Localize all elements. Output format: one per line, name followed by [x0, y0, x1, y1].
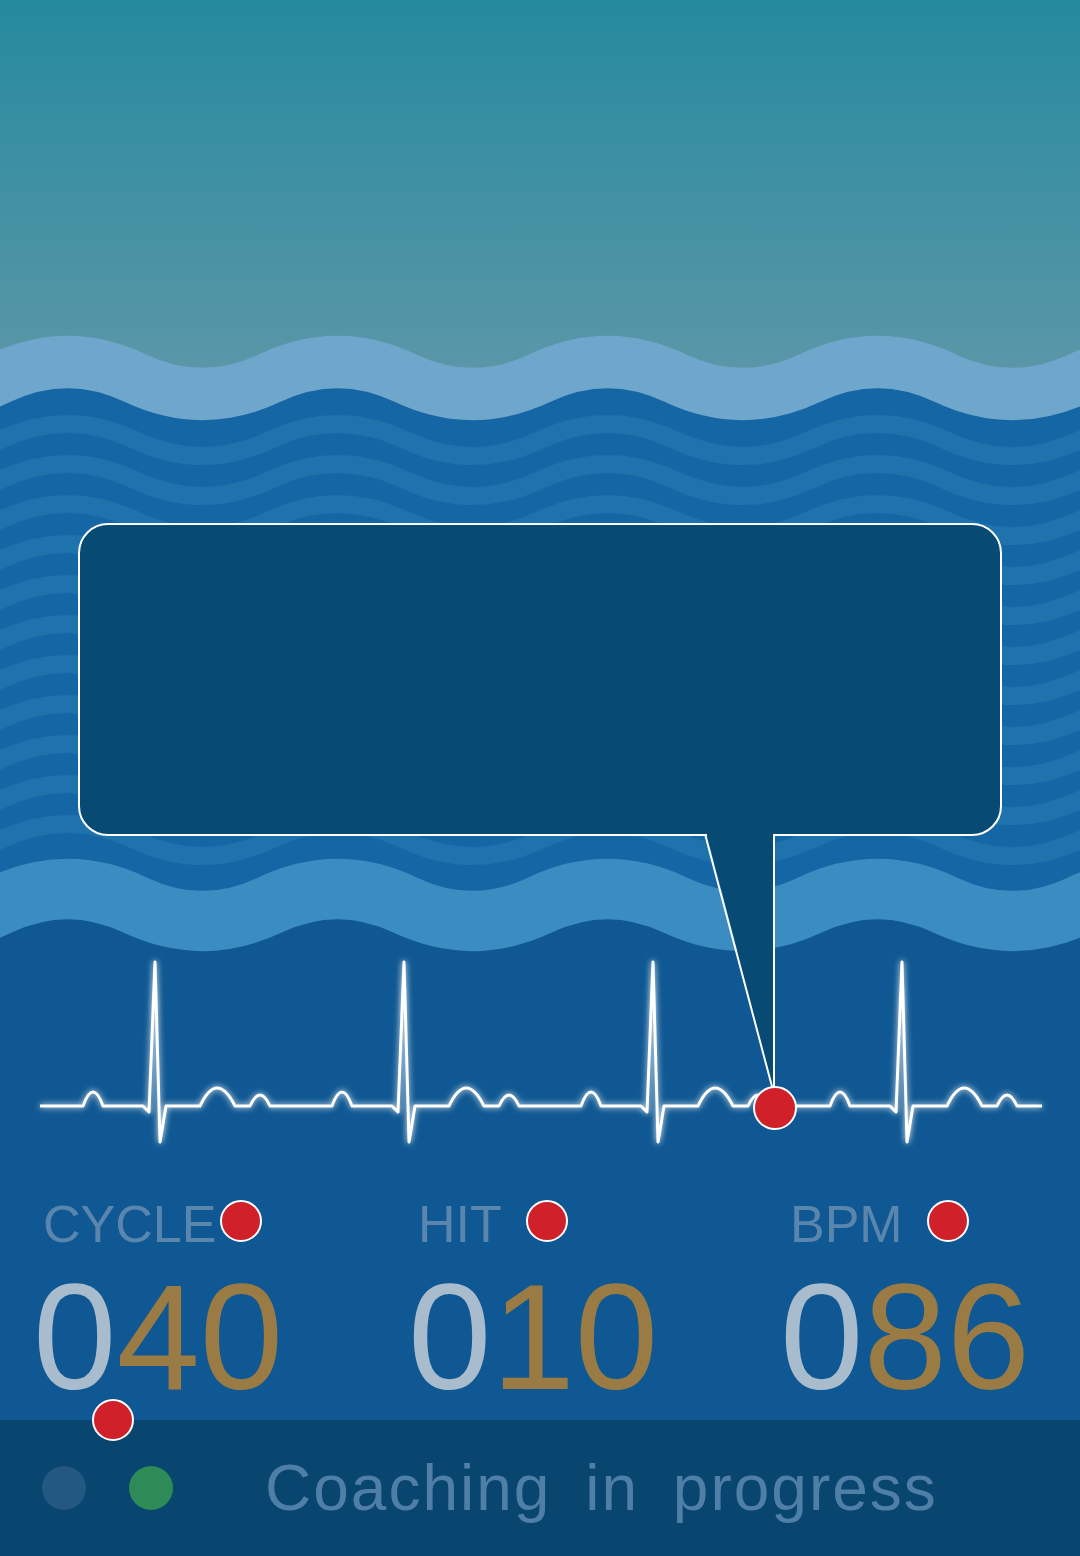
stat-marker — [526, 1200, 568, 1242]
stat: CYCLE 040 — [33, 1194, 408, 1420]
ecg-marker — [754, 1087, 796, 1129]
stat-value: 040 — [33, 1262, 408, 1412]
status-bar: Coaching in progress — [0, 1420, 1080, 1556]
stat-marker — [927, 1200, 969, 1242]
stat-label: BPM — [790, 1198, 903, 1250]
status-indicator — [129, 1466, 173, 1510]
stat-value: 010 — [408, 1262, 780, 1412]
stat: HIT 010 — [408, 1194, 780, 1420]
ecg-waveform — [40, 962, 1042, 1142]
scene — [0, 0, 1080, 1180]
stat-label: CYCLE — [43, 1198, 216, 1250]
status-text: Coaching in progress — [265, 1456, 938, 1520]
bubble-tail — [0, 0, 1080, 1180]
stat: BPM 086 — [780, 1194, 1080, 1420]
stat-marker — [220, 1200, 262, 1242]
speech-bubble — [78, 523, 1002, 836]
status-marker — [92, 1399, 134, 1441]
stats-row: CYCLE 040HIT 010BPM 086 — [0, 1180, 1080, 1420]
stat-value: 086 — [780, 1262, 1080, 1412]
app-screen: CYCLE 040HIT 010BPM 086 Coaching in progress — [0, 0, 1080, 1556]
status-indicator — [42, 1466, 86, 1510]
stat-label: HIT — [418, 1198, 502, 1250]
